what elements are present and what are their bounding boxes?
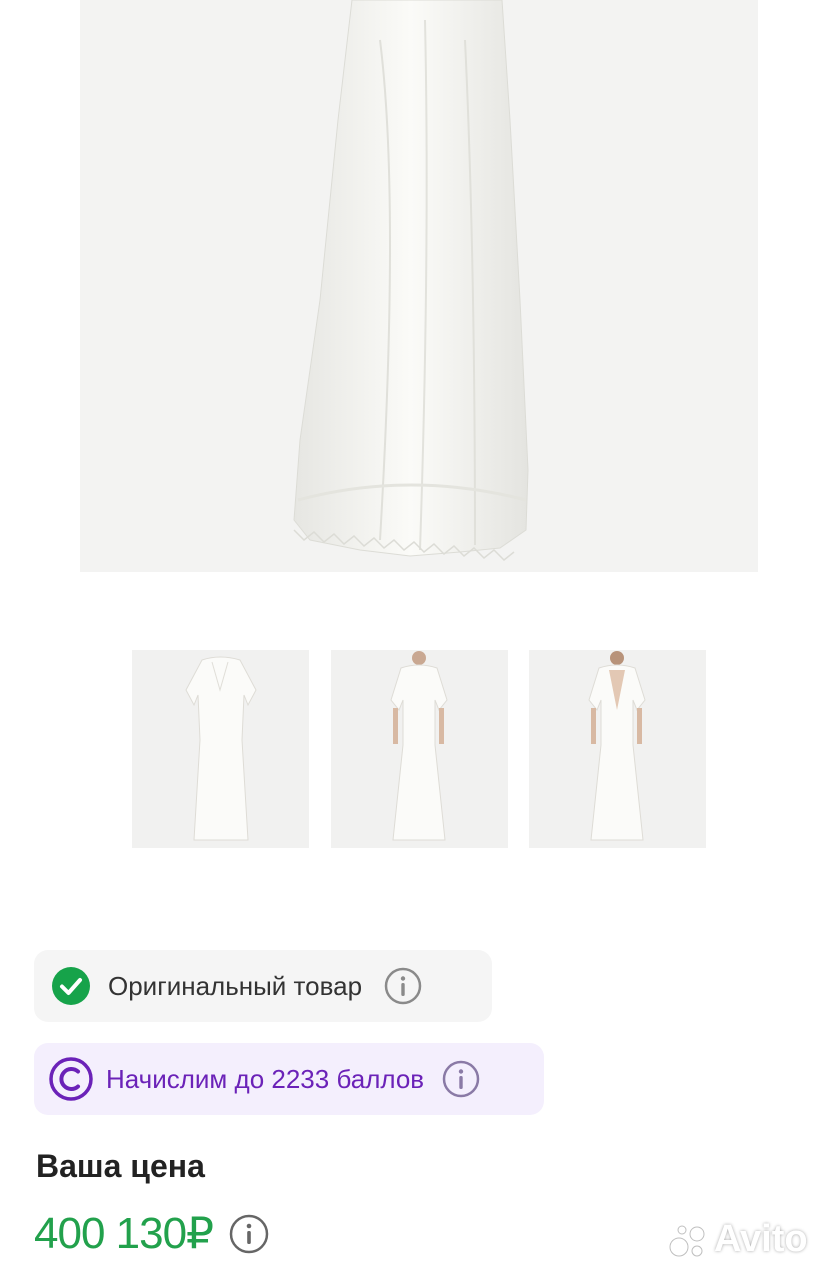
- info-icon[interactable]: [442, 1060, 480, 1098]
- price-value: 400 130₽: [34, 1209, 214, 1258]
- info-icon[interactable]: [229, 1214, 269, 1254]
- product-main-image[interactable]: [80, 0, 758, 572]
- info-icon[interactable]: [384, 967, 422, 1005]
- watermark-text: Avito: [714, 1218, 808, 1260]
- original-item-label: Оригинальный товар: [108, 970, 363, 1001]
- thumbnail-3[interactable]: [529, 650, 706, 848]
- bonus-points-label: Начислим до 2233 баллов: [106, 1063, 425, 1094]
- dress-illustration: [293, 0, 529, 562]
- bonus-points-badge[interactable]: Начислим до 2233 баллов: [34, 1043, 544, 1115]
- avito-watermark: Avito: [668, 1218, 808, 1261]
- check-circle-icon: [52, 967, 90, 1005]
- price-title: Ваша цена: [36, 1148, 205, 1184]
- c-circle-icon: [48, 1056, 94, 1102]
- model-back-illustration: [588, 651, 646, 841]
- avito-logo-icon: [668, 1220, 708, 1260]
- thumbnail-2[interactable]: [331, 650, 508, 848]
- thumbnail-1[interactable]: [132, 650, 309, 848]
- dress-front-illustration: [185, 656, 257, 841]
- original-item-badge[interactable]: Оригинальный товар: [34, 950, 492, 1022]
- price-row: 400 130₽: [34, 1208, 269, 1259]
- model-front-illustration: [390, 651, 448, 841]
